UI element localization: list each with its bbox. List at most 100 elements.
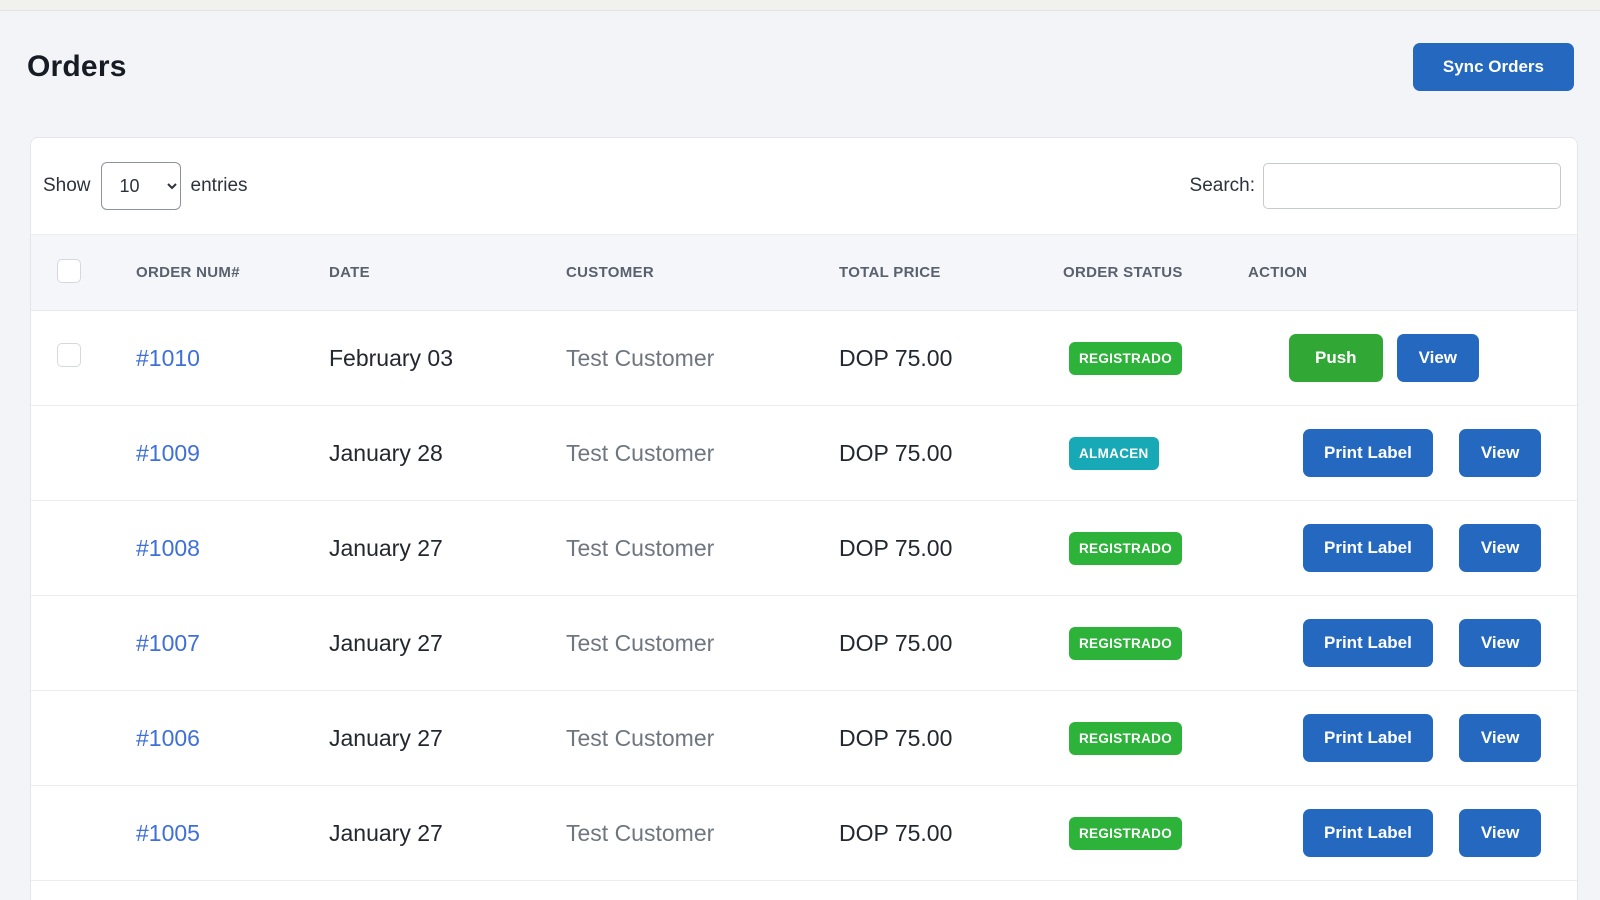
row-checkbox-cell (31, 311, 136, 406)
order-num-cell: #1005 (136, 786, 329, 881)
view-button[interactable]: View (1397, 334, 1479, 382)
header-date: DATE (329, 235, 566, 311)
header-order-status: ORDER STATUS (1063, 235, 1248, 311)
order-link[interactable]: #1006 (136, 725, 200, 751)
total-price-cell: DOP 75.00 (839, 596, 1063, 691)
action-cell: Print Label View (1248, 596, 1577, 691)
entries-label: entries (191, 175, 248, 197)
order-status-cell: REGISTRADO (1063, 596, 1248, 691)
status-badge: REGISTRADO (1069, 817, 1182, 850)
print-button[interactable]: Print Label (1303, 714, 1433, 762)
orders-card: Show 10 entries Search: ORDER NUM# DATE … (30, 137, 1578, 900)
header-checkbox-cell (31, 235, 136, 311)
search-control: Search: (1190, 163, 1561, 209)
date-cell: January 28 (329, 406, 566, 501)
date-cell: January 27 (329, 596, 566, 691)
total-price-cell: DOP 75.00 (839, 406, 1063, 501)
view-button[interactable]: View (1459, 429, 1541, 477)
view-button[interactable]: View (1459, 619, 1541, 667)
page-header: Orders Sync Orders (27, 43, 1574, 91)
print-button[interactable]: Print Label (1303, 809, 1433, 857)
date-cell: January 27 (329, 691, 566, 786)
action-buttons: Print Label View (1303, 714, 1577, 762)
action-cell: Print Label View (1248, 691, 1577, 786)
status-badge: REGISTRADO (1069, 342, 1182, 375)
order-status-cell: REGISTRADO (1063, 311, 1248, 406)
customer-cell: Test Customer (566, 786, 839, 881)
customer-cell: Test Customer (566, 311, 839, 406)
search-label: Search: (1190, 175, 1255, 197)
print-button[interactable]: Print Label (1303, 619, 1433, 667)
table-row: #1006 January 27Test CustomerDOP 75.00REG… (31, 691, 1577, 786)
table-row: #1005 January 27Test CustomerDOP 75.00REG… (31, 786, 1577, 881)
status-badge: REGISTRADO (1069, 627, 1182, 660)
total-price-cell: DOP 75.00 (839, 691, 1063, 786)
order-num-cell: #1008 (136, 501, 329, 596)
order-num-cell: #1010 (136, 311, 329, 406)
page-title: Orders (27, 50, 127, 84)
search-input[interactable] (1263, 163, 1561, 209)
customer-cell: Test Customer (566, 691, 839, 786)
table-row: #1009 January 28Test CustomerDOP 75.00ALM… (31, 406, 1577, 501)
header-action: ACTION (1248, 235, 1577, 311)
print-button[interactable]: Print Label (1303, 429, 1433, 477)
view-button[interactable]: View (1459, 714, 1541, 762)
order-link[interactable]: #1008 (136, 535, 200, 561)
row-checkbox-cell (31, 691, 136, 786)
action-cell: Print Label View (1248, 786, 1577, 881)
order-link[interactable]: #1009 (136, 440, 200, 466)
order-num-cell: #1006 (136, 691, 329, 786)
order-num-cell: #1007 (136, 596, 329, 691)
row-checkbox-cell (31, 406, 136, 501)
customer-cell: Test Customer (566, 596, 839, 691)
row-checkbox[interactable] (57, 343, 81, 367)
action-buttons: Print Label View (1303, 429, 1577, 477)
push-button[interactable]: Push (1289, 334, 1383, 382)
select-all-checkbox[interactable] (57, 259, 81, 283)
orders-table: ORDER NUM# DATE CUSTOMER TOTAL PRICE ORD… (31, 234, 1577, 881)
customer-cell: Test Customer (566, 406, 839, 501)
total-price-cell: DOP 75.00 (839, 501, 1063, 596)
status-badge: ALMACEN (1069, 437, 1159, 470)
order-status-cell: ALMACEN (1063, 406, 1248, 501)
status-badge: REGISTRADO (1069, 722, 1182, 755)
action-cell: Print Label View (1248, 406, 1577, 501)
action-buttons: Push View (1289, 334, 1577, 382)
status-badge: REGISTRADO (1069, 532, 1182, 565)
table-row: #1007 January 27Test CustomerDOP 75.00REG… (31, 596, 1577, 691)
order-link[interactable]: #1007 (136, 630, 200, 656)
order-status-cell: REGISTRADO (1063, 691, 1248, 786)
table-header: ORDER NUM# DATE CUSTOMER TOTAL PRICE ORD… (31, 235, 1577, 311)
order-link[interactable]: #1010 (136, 345, 200, 371)
top-strip (0, 0, 1600, 11)
view-button[interactable]: View (1459, 809, 1541, 857)
total-price-cell: DOP 75.00 (839, 311, 1063, 406)
order-link[interactable]: #1005 (136, 820, 200, 846)
total-price-cell: DOP 75.00 (839, 786, 1063, 881)
show-label: Show (43, 175, 91, 197)
table-header-row: ORDER NUM# DATE CUSTOMER TOTAL PRICE ORD… (31, 235, 1577, 311)
row-checkbox-cell (31, 786, 136, 881)
table-row: #1008January 27Test CustomerDOP 75.00REG… (31, 501, 1577, 596)
page-size-control: Show 10 entries (43, 162, 248, 210)
print-button[interactable]: Print Label (1303, 524, 1433, 572)
customer-cell: Test Customer (566, 501, 839, 596)
table-controls: Show 10 entries Search: (31, 138, 1577, 234)
view-button[interactable]: View (1459, 524, 1541, 572)
sync-orders-button[interactable]: Sync Orders (1413, 43, 1574, 91)
action-buttons: Print Label View (1303, 619, 1577, 667)
order-status-cell: REGISTRADO (1063, 501, 1248, 596)
date-cell: January 27 (329, 786, 566, 881)
row-checkbox-cell (31, 501, 136, 596)
action-cell: Push View (1248, 311, 1577, 406)
action-buttons: Print Label View (1303, 809, 1577, 857)
action-buttons: Print Label View (1303, 524, 1577, 572)
page-size-select[interactable]: 10 (101, 162, 181, 210)
order-num-cell: #1009 (136, 406, 329, 501)
row-checkbox-cell (31, 596, 136, 691)
header-total-price: TOTAL PRICE (839, 235, 1063, 311)
order-status-cell: REGISTRADO (1063, 786, 1248, 881)
header-order-num: ORDER NUM# (136, 235, 329, 311)
header-customer: CUSTOMER (566, 235, 839, 311)
action-cell: Print Label View (1248, 501, 1577, 596)
